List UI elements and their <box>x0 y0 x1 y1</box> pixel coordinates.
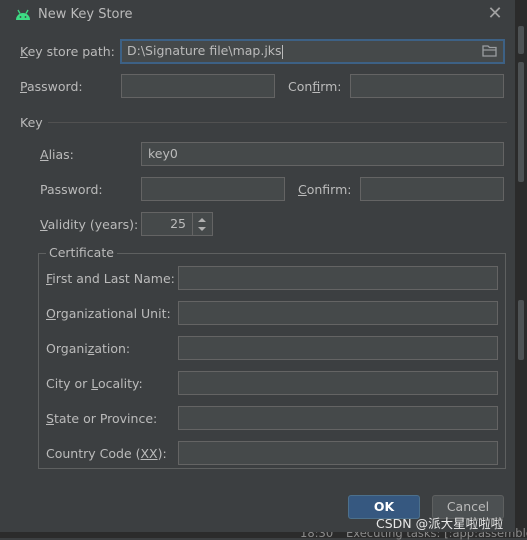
spinner-down-icon[interactable] <box>196 226 208 233</box>
key-password-input[interactable] <box>141 177 285 201</box>
keystore-password-input[interactable] <box>121 74 275 98</box>
state-province-label: State or Province: <box>46 411 158 426</box>
certificate-legend: Certificate <box>46 245 117 260</box>
spinner-divider <box>192 213 193 235</box>
country-code-input[interactable] <box>178 441 498 465</box>
keystore-password-label: Password: <box>20 79 83 94</box>
alias-input[interactable]: key0 <box>141 142 504 166</box>
dialog-title: New Key Store <box>38 7 133 22</box>
new-key-store-dialog: New Key Store ✕ Key store path: D:\Signa… <box>0 0 515 532</box>
validity-label: Validity (years): <box>40 217 139 232</box>
validity-value: 25 <box>170 216 186 231</box>
first-last-name-input[interactable] <box>178 266 498 290</box>
csdn-watermark: CSDN @派大星啦啦啦 <box>376 516 504 531</box>
keystore-confirm-input[interactable] <box>350 74 504 98</box>
keystore-path-label: Key store path: <box>20 44 115 59</box>
state-province-input[interactable] <box>178 406 498 430</box>
ide-background-strip <box>515 0 527 538</box>
organization-input[interactable] <box>178 336 498 360</box>
key-confirm-input[interactable] <box>360 177 504 201</box>
android-icon <box>16 9 30 20</box>
organizational-unit-label: Organizational Unit: <box>46 306 171 321</box>
keystore-path-input[interactable]: D:\Signature file\map.jks <box>120 39 505 64</box>
spinner-up-icon[interactable] <box>196 216 208 223</box>
key-confirm-label: Confirm: <box>298 182 352 197</box>
organization-label: Organization: <box>46 341 131 356</box>
alias-value: key0 <box>148 146 178 161</box>
alias-label: Alias: <box>40 147 74 162</box>
folder-icon[interactable] <box>482 44 498 58</box>
key-password-label: Password: <box>40 182 103 197</box>
key-section-label: Key <box>20 115 43 130</box>
organizational-unit-input[interactable] <box>178 301 498 325</box>
key-section-divider <box>48 122 507 123</box>
close-icon[interactable]: ✕ <box>486 4 504 24</box>
city-locality-label: City or Locality: <box>46 376 143 391</box>
city-locality-input[interactable] <box>178 371 498 395</box>
keystore-path-value: D:\Signature file\map.jks <box>127 43 282 58</box>
keystore-confirm-label: Confirm: <box>288 79 342 94</box>
first-last-name-label: First and Last Name: <box>46 271 175 286</box>
country-code-label: Country Code (XX): <box>46 446 167 461</box>
